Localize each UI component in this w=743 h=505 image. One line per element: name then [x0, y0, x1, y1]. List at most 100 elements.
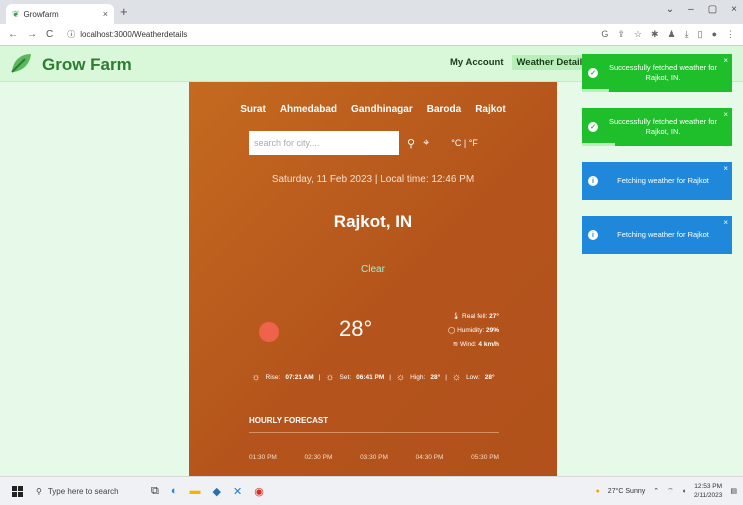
google-icon[interactable]: G	[601, 29, 608, 40]
chevron-up-icon[interactable]: ⌃	[653, 487, 659, 495]
set-label: Set:	[339, 374, 352, 381]
url-text: localhost:3000/Weatherdetails	[80, 30, 188, 39]
location-pin-icon[interactable]: ⌖	[423, 137, 429, 150]
check-icon: ✓	[588, 122, 598, 132]
check-icon: ✓	[588, 68, 598, 78]
share-icon[interactable]: ⇪	[617, 29, 625, 40]
rise-value: 07:21 AM	[285, 374, 314, 381]
vscode-icon[interactable]: ✕	[233, 485, 242, 498]
city-title: Rajkot, IN	[333, 212, 413, 231]
hourly-forecast-times: 01:30 PM 02:30 PM 03:30 PM 04:30 PM 05:3…	[249, 454, 499, 461]
city-link-baroda[interactable]: Baroda	[427, 104, 461, 115]
temperature: 28°	[339, 316, 373, 341]
city-link-ahmedabad[interactable]: Ahmedabad	[280, 104, 337, 115]
toast-info[interactable]: i Fetching weather for Rajkot ×	[582, 216, 732, 254]
humidity-value: 29%	[485, 327, 499, 334]
sunset-icon: ☼	[325, 372, 335, 383]
toast-info[interactable]: i Fetching weather for Rajkot ×	[582, 162, 732, 200]
nav-weather-details[interactable]: Weather Details	[512, 55, 592, 70]
close-window-icon[interactable]: ×	[731, 4, 737, 15]
city-quick-links: Surat Ahmedabad Gandhinagar Baroda Rajko…	[189, 104, 557, 115]
hour-item: 03:30 PM	[360, 454, 388, 461]
close-icon[interactable]: ×	[723, 56, 728, 65]
toast-progress-bar	[582, 143, 615, 146]
unit-toggle[interactable]: °C | °F	[451, 138, 478, 148]
info-icon: ⓘ	[67, 30, 76, 39]
close-icon[interactable]: ×	[723, 218, 728, 227]
toast-progress-bar	[582, 89, 609, 92]
address-bar: ← → C ⓘ localhost:3000/Weatherdetails G …	[0, 24, 743, 46]
hour-item: 01:30 PM	[249, 454, 277, 461]
city-search-input[interactable]	[249, 131, 399, 155]
minimize-icon[interactable]: –	[688, 4, 694, 15]
chevron-down-icon[interactable]: ⌄	[666, 4, 674, 15]
hourly-forecast-title: HOURLY FORECAST	[249, 416, 329, 425]
toast-message: Fetching weather for Rajkot	[617, 230, 709, 239]
close-tab-icon[interactable]: ×	[103, 9, 108, 19]
back-icon[interactable]: ←	[8, 29, 18, 40]
toast-success[interactable]: ✓ Successfully fetched weather for Rajko…	[582, 54, 732, 92]
maximize-icon[interactable]: ▢	[708, 4, 717, 15]
file-explorer-icon[interactable]: ▬	[190, 485, 201, 498]
info-icon: i	[588, 176, 598, 186]
browser-tab-bar: ❦ Growfarm × + ⌄ – ▢ ×	[0, 0, 743, 24]
leaf-logo-icon[interactable]	[9, 52, 33, 74]
wind-row: ≋ Wind: 4 km/h	[429, 338, 499, 352]
system-tray: ● 27°C Sunny ⌃ ⌔ ◖ 12:53 PM 2/11/2023 ▤	[596, 482, 737, 500]
browser-tab[interactable]: ❦ Growfarm ×	[6, 4, 114, 24]
windows-start-icon[interactable]	[8, 482, 26, 500]
bookmark-star-icon[interactable]: ☆	[634, 29, 642, 40]
forward-icon[interactable]: →	[27, 29, 37, 40]
search-icon[interactable]: ⚲	[407, 137, 415, 150]
hour-item: 05:30 PM	[471, 454, 499, 461]
extension-icon[interactable]: ✱	[651, 29, 659, 40]
menu-icon[interactable]: ⋮	[726, 29, 735, 40]
brand-name[interactable]: Grow Farm	[42, 55, 132, 75]
city-link-surat[interactable]: Surat	[240, 104, 266, 115]
close-icon[interactable]: ×	[723, 110, 728, 119]
weather-sun-icon	[259, 322, 279, 342]
close-icon[interactable]: ×	[723, 164, 728, 173]
city-link-rajkot[interactable]: Rajkot	[475, 104, 506, 115]
store-icon[interactable]: ◆	[213, 485, 221, 498]
toast-success[interactable]: ✓ Successfully fetched weather for Rajko…	[582, 108, 732, 146]
taskbar-clock[interactable]: 12:53 PM 2/11/2023	[694, 482, 722, 500]
humidity-label: Humidity:	[457, 327, 485, 334]
chrome-icon[interactable]: ◉	[254, 485, 264, 498]
tab-title: Growfarm	[23, 9, 59, 19]
toast-stack: ✓ Successfully fetched weather for Rajko…	[582, 54, 732, 270]
puzzle-icon[interactable]: ♟	[668, 29, 676, 40]
taskbar-date: 2/11/2023	[693, 492, 723, 499]
weather-details-list: 🌡︎ Real fell: 27° ◯ Humidity: 29% ≋ Wind…	[429, 310, 499, 352]
windows-taskbar: ⚲ Type here to search ⧉ ◐ ▬ ◆ ✕ ◉ ● 27°C…	[0, 476, 743, 505]
toast-message: Fetching weather for Rajkot	[617, 176, 709, 185]
taskbar-search-placeholder: Type here to search	[47, 486, 119, 496]
url-field[interactable]: ⓘ localhost:3000/Weatherdetails	[67, 29, 187, 40]
city-link-gandhinagar[interactable]: Gandhinagar	[351, 104, 413, 115]
network-icon[interactable]: ⌔	[667, 487, 674, 496]
sunrise-icon: ☼	[251, 372, 261, 383]
nav-my-account[interactable]: My Account	[450, 57, 503, 70]
weather-tray-icon: ●	[595, 487, 600, 495]
taskbar-apps: ⧉ ◐ ▬ ◆ ✕ ◉	[151, 485, 264, 498]
taskbar-search[interactable]: ⚲ Type here to search	[36, 487, 141, 496]
volume-icon[interactable]: ◖	[682, 488, 686, 495]
sun-stats: ☼ Rise: 07:21 AM | ☼ Set: 06:41 PM | ☼ H…	[189, 372, 557, 383]
local-datetime: Saturday, 11 Feb 2023 | Local time: 12:4…	[271, 174, 475, 185]
download-icon[interactable]: ⤓	[685, 29, 689, 40]
high-value: 28°	[430, 374, 441, 381]
divider: |	[318, 374, 321, 381]
browser-extensions: G ⇪ ☆ ✱ ♟ ⤓ ▯ ● ⋮	[601, 29, 735, 40]
tray-weather[interactable]: 27°C Sunny	[608, 488, 645, 495]
hour-item: 04:30 PM	[415, 454, 444, 461]
new-tab-icon[interactable]: +	[120, 4, 128, 19]
info-icon: i	[588, 230, 598, 240]
reload-icon[interactable]: C	[46, 29, 53, 40]
edge-icon[interactable]: ◐	[171, 485, 178, 498]
profile-icon[interactable]: ●	[712, 29, 717, 40]
sidebar-icon[interactable]: ▯	[698, 29, 703, 40]
search-row: ⚲ ⌖ °C | °F	[249, 131, 509, 155]
notification-icon[interactable]: ▤	[730, 487, 737, 495]
rise-label: Rise:	[265, 374, 281, 381]
task-view-icon[interactable]: ⧉	[151, 485, 159, 498]
